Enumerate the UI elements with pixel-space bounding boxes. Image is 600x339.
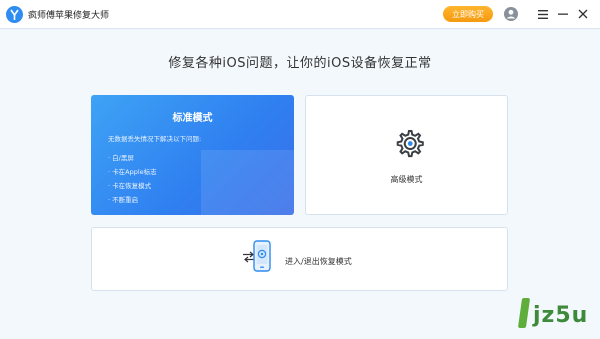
app-logo-icon — [6, 6, 23, 23]
app-title: 疯师傅苹果修复大师 — [28, 11, 110, 21]
list-item: · 不断重启 — [108, 196, 139, 204]
title-bar: 疯师傅苹果修复大师 立即购买 — [0, 0, 600, 29]
advanced-mode-card[interactable]: 高级模式 — [305, 95, 508, 215]
page-headline: 修复各种iOS问题，让你的iOS设备恢复正常 — [168, 56, 432, 71]
standard-mode-card[interactable]: 标准模式 无数据丢失情况下解决以下问题: · 白/黑屏 · 卡在Apple标志 … — [91, 95, 294, 215]
watermark-text: jz5u — [533, 303, 589, 328]
recovery-mode-card[interactable]: 进入/退出恢复模式 — [91, 227, 508, 291]
list-item: · 卡在Apple标志 — [108, 168, 157, 176]
recovery-mode-label: 进入/退出恢复模式 — [285, 257, 352, 266]
phone-icon — [253, 240, 271, 272]
list-item: · 卡在恢复模式 — [108, 182, 152, 190]
standard-mode-issue-list: · 白/黑屏 · 卡在Apple标志 · 卡在恢复模式 · 不断重启 — [108, 151, 157, 207]
standard-mode-description: 无数据丢失情况下解决以下问题: — [108, 135, 202, 143]
minimize-icon[interactable] — [555, 6, 571, 22]
gear-icon — [396, 130, 424, 158]
user-icon[interactable] — [504, 7, 518, 21]
advanced-mode-label: 高级模式 — [390, 175, 423, 184]
main-panel — [0, 30, 600, 339]
list-item: · 白/黑屏 — [108, 154, 134, 162]
card-highlight — [201, 150, 294, 215]
buy-now-button[interactable]: 立即购买 — [443, 6, 493, 22]
menu-icon[interactable] — [535, 6, 551, 22]
close-icon[interactable] — [575, 6, 591, 22]
standard-mode-title: 标准模式 — [172, 113, 213, 124]
